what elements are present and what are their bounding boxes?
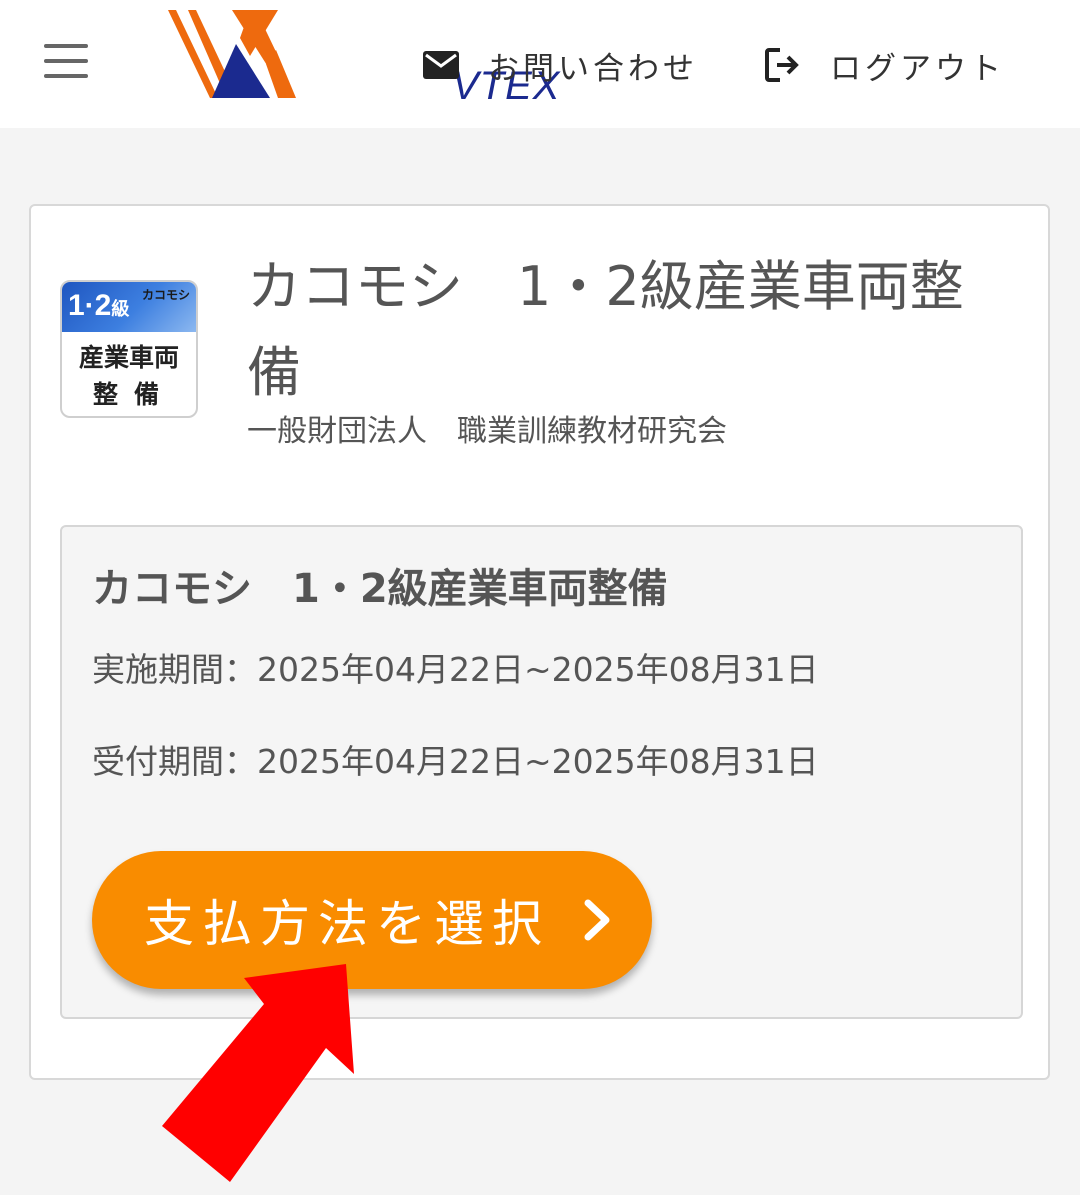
thumbnail-banner: 1·2級 カコモシ	[62, 282, 196, 332]
plan-box: カコモシ 1・2級産業車両整備 実施期間：2025年04月22日~2025年08…	[60, 525, 1023, 1019]
logout-icon	[765, 48, 799, 82]
course-title: カコモシ 1・2級産業車両整備	[247, 255, 964, 404]
mail-icon	[423, 51, 459, 79]
course-organization: 一般財団法人 職業訓練教材研究会	[247, 414, 727, 449]
select-payment-button[interactable]: 支払方法を選択	[92, 851, 652, 989]
contact-label: お問い合わせ	[488, 50, 698, 87]
thumbnail-line2: 整備	[92, 380, 175, 409]
vtex-logo-mark-icon	[168, 10, 296, 98]
chevron-right-icon	[584, 899, 610, 941]
plan-title: カコモシ 1・2級産業車両整備	[92, 566, 668, 612]
course-card: 1·2級 カコモシ 産業車両 整備 カコモシ 1・2級産業車両整備 一般財団法人…	[29, 204, 1050, 1080]
vtex-logo[interactable]: VTEX	[166, 8, 559, 106]
thumbnail-grade: 1·2級	[68, 289, 130, 322]
thumbnail-line1: 産業車両	[78, 343, 179, 372]
menu-icon[interactable]	[44, 44, 88, 78]
thumbnail-brand: カコモシ	[141, 288, 190, 302]
implementation-period: 実施期間：2025年04月22日~2025年08月31日	[92, 650, 819, 689]
select-payment-label: 支払方法を選択	[144, 895, 550, 953]
contact-link[interactable]: お問い合わせ	[422, 38, 698, 92]
logout-link[interactable]: ログアウト	[764, 38, 1005, 92]
app-header: VTEX お問い合わせ ログアウト	[0, 0, 1080, 128]
course-thumbnail: 1·2級 カコモシ 産業車両 整備	[60, 280, 198, 418]
logout-label: ログアウト	[830, 50, 1005, 87]
reception-period: 受付期間：2025年04月22日~2025年08月31日	[92, 742, 819, 781]
